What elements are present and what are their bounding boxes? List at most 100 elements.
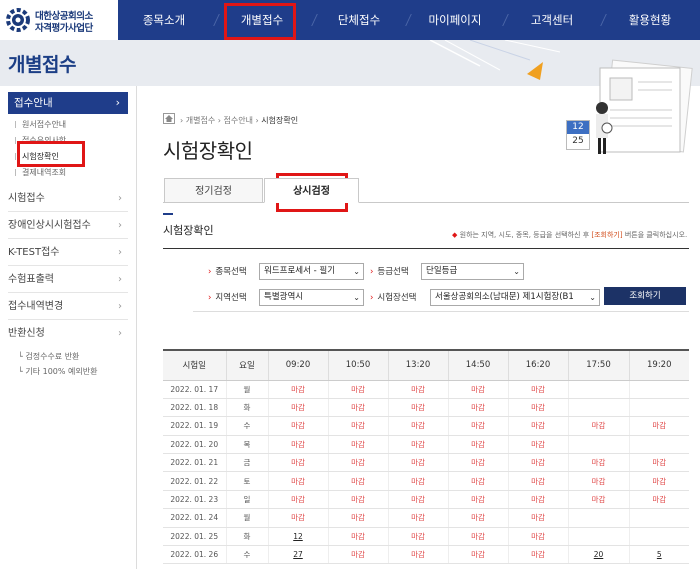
nav-divider	[405, 14, 412, 26]
closed-slot-cell: 마감	[267, 490, 328, 510]
sidebar-item-exam-registration[interactable]: 시험접수 ›	[8, 186, 128, 212]
sidebar-sub-fee-refund[interactable]: └ 검정수수료 반환	[18, 351, 79, 362]
arrow-right-icon: ›	[208, 293, 212, 303]
table-row: 2022. 01. 22 토 마감 마감 마감 마감 마감 마감 마감	[163, 471, 689, 491]
bullet-icon: ◆	[452, 231, 458, 239]
closed-slot-cell: 마감	[507, 508, 568, 528]
breadcrumb: › 개별접수 › 접수안내 › 시험장확인	[180, 116, 299, 125]
sidebar-item-label: K-TEST접수	[8, 247, 60, 258]
nav-customer-center[interactable]: 고객센터	[514, 0, 590, 40]
sub-item-bullet	[15, 153, 16, 160]
org-name-line2: 자격평가사업단	[35, 23, 93, 34]
table-cell	[628, 508, 689, 528]
closed-slot-cell: 마감	[447, 398, 508, 418]
chevron-right-icon: ›	[118, 301, 122, 312]
sidebar-sub-payment-history[interactable]: 결제내역조회	[22, 167, 66, 178]
section-marker	[163, 213, 173, 215]
chevron-down-icon: ⌄	[353, 293, 360, 302]
venue-label: › 시험장선택	[370, 293, 417, 303]
arrow-right-icon: ›	[208, 267, 212, 277]
closed-slot-cell: 마감	[327, 508, 388, 528]
tab-ondemand-exam[interactable]: 상시검정	[264, 178, 359, 203]
column-header: 13:20	[387, 349, 448, 381]
closed-slot-cell: 마감	[267, 416, 328, 436]
column-header: 19:20	[628, 349, 689, 381]
sidebar-item-change-registration[interactable]: 접수내역변경 ›	[8, 294, 128, 320]
closed-slot-cell: 마감	[567, 490, 629, 510]
breadcrumb-current: 시험장확인	[261, 116, 299, 125]
venue-select[interactable]: 서울상공회의소(남대문) 제1시험장(B1 ⌄	[430, 289, 600, 306]
search-button[interactable]: 조회하기	[604, 287, 686, 305]
column-header: 요일	[225, 349, 268, 381]
sidebar-item-label: 시험접수	[8, 193, 45, 204]
available-slot-link[interactable]: 12	[267, 527, 328, 547]
arrow-right-icon: ›	[370, 293, 374, 303]
grade-select[interactable]: 단일등급 ⌄	[421, 263, 524, 280]
closed-slot-cell: 마감	[447, 508, 508, 528]
closed-slot-cell: 마감	[327, 416, 388, 436]
closed-slot-cell: 마감	[507, 490, 568, 510]
closed-slot-cell: 마감	[267, 398, 328, 418]
sub-item-bullet	[15, 169, 16, 176]
closed-slot-cell: 마감	[628, 453, 689, 473]
closed-slot-cell: 마감	[628, 416, 689, 436]
weekday-cell: 수	[225, 416, 268, 436]
region-select[interactable]: 특별광역시 ⌄	[259, 289, 364, 306]
closed-slot-cell: 마감	[567, 416, 629, 436]
closed-slot-cell: 마감	[507, 380, 568, 399]
home-icon[interactable]	[163, 113, 175, 124]
sidebar-item-label: 수험표출력	[8, 274, 54, 285]
exam-date-cell: 2022. 01. 20	[163, 435, 226, 455]
closed-slot-cell: 마감	[447, 416, 508, 436]
nav-usage-status[interactable]: 활용현황	[612, 0, 688, 40]
closed-slot-cell: 마감	[387, 398, 448, 418]
weekday-cell: 수	[225, 545, 268, 565]
chevron-right-icon: ›	[118, 274, 122, 285]
closed-slot-cell: 마감	[447, 380, 508, 399]
sidebar-sub-application-guide[interactable]: 원서접수안내	[22, 119, 66, 130]
nav-divider	[213, 14, 220, 26]
available-slot-link[interactable]: 5	[628, 545, 689, 565]
sidebar-item-refund[interactable]: 반환신청 ›	[8, 321, 128, 347]
closed-slot-cell: 마감	[447, 435, 508, 455]
table-row: 2022. 01. 21 금 마감 마감 마감 마감 마감 마감 마감	[163, 453, 689, 473]
org-logo[interactable]: 대한상공회의소 자격평가사업단	[4, 6, 119, 34]
closed-slot-cell: 마감	[327, 435, 388, 455]
nav-group-registration[interactable]: 단체접수	[321, 0, 397, 40]
table-row: 2022. 01. 20 목 마감 마감 마감 마감 마감	[163, 435, 689, 455]
exam-date-cell: 2022. 01. 23	[163, 490, 226, 510]
sidebar-item-ktest-registration[interactable]: K-TEST접수 ›	[8, 240, 128, 266]
breadcrumb-item[interactable]: 개별접수	[186, 116, 215, 125]
closed-slot-cell: 마감	[267, 471, 328, 491]
nav-mypage[interactable]: 마이페이지	[417, 0, 493, 40]
sidebar-head-label: 접수안내	[14, 97, 53, 109]
table-row: 2022. 01. 25 화 12 마감 마감 마감 마감	[163, 527, 689, 547]
table-row: 2022. 01. 19 수 마감 마감 마감 마감 마감 마감 마감	[163, 416, 689, 436]
sidebar-item-disabled-registration[interactable]: 장애인상시시험접수 ›	[8, 213, 128, 239]
breadcrumb-item[interactable]: 접수안내	[224, 116, 253, 125]
closed-slot-cell: 마감	[507, 435, 568, 455]
weekday-cell: 화	[225, 398, 268, 418]
sidebar-item-registration-guide[interactable]: 접수안내 ›	[8, 92, 128, 114]
weekday-cell: 목	[225, 435, 268, 455]
nav-subject-intro[interactable]: 종목소개	[126, 0, 202, 40]
calendar-bottom: 25	[572, 136, 584, 146]
highlight-box-nav	[224, 3, 296, 40]
available-slot-link[interactable]: 20	[567, 545, 629, 565]
tab-regular-exam[interactable]: 정기검정	[164, 178, 263, 203]
available-slot-link[interactable]: 27	[267, 545, 328, 565]
closed-slot-cell: 마감	[447, 545, 508, 565]
subject-select[interactable]: 워드프로세서 - 필기 ⌄	[259, 263, 364, 280]
highlight-box-sidebar	[17, 141, 85, 167]
sidebar-item-admission-ticket[interactable]: 수험표출력 ›	[8, 267, 128, 293]
closed-slot-cell: 마감	[327, 527, 388, 547]
table-cell	[567, 398, 629, 418]
closed-slot-cell: 마감	[628, 471, 689, 491]
chevron-right-icon: ›	[118, 193, 122, 204]
calendar-icon: 12 25	[566, 120, 590, 150]
closed-slot-cell: 마감	[327, 380, 388, 399]
section-title: 시험장확인	[163, 224, 214, 237]
section-divider	[163, 248, 689, 249]
sidebar-sub-exception-refund[interactable]: └ 기타 100% 예외반환	[18, 366, 97, 377]
top-bar: 대한상공회의소 자격평가사업단 종목소개 개별접수 단체접수 마이페이지 고객센…	[0, 0, 700, 40]
